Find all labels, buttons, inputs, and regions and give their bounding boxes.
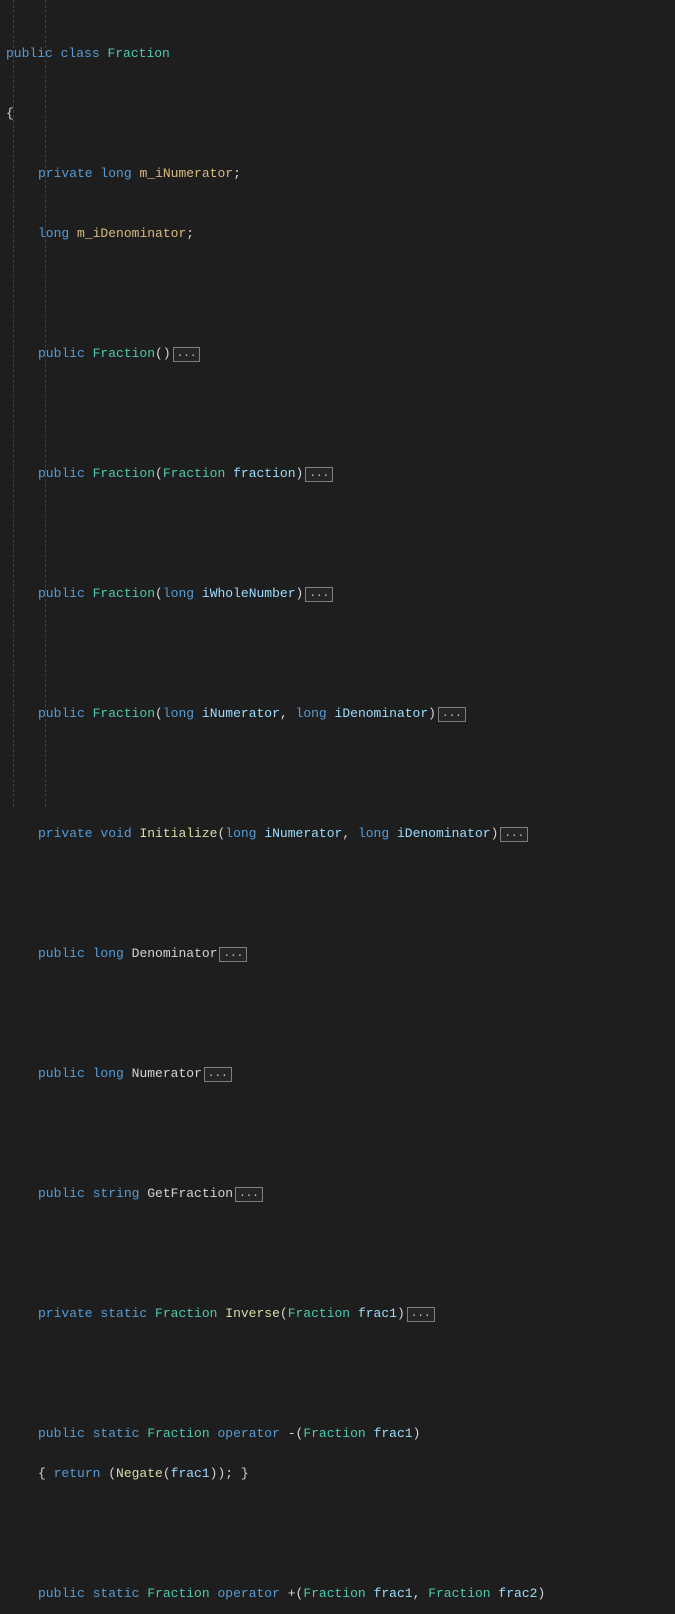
code-line: public long Numerator... — [6, 1064, 675, 1084]
fold-icon[interactable]: ... — [173, 347, 201, 362]
code-line: public Fraction(long iNumerator, long iD… — [6, 704, 675, 724]
code-line: public Fraction()... — [6, 344, 675, 364]
code-line: public Fraction(long iWholeNumber)... — [6, 584, 675, 604]
blank-line — [6, 1244, 675, 1264]
blank-line — [6, 1524, 675, 1544]
blank-line — [6, 284, 675, 304]
fold-icon[interactable]: ... — [407, 1307, 435, 1322]
code-line: private static Fraction Inverse(Fraction… — [6, 1304, 675, 1324]
code-line: public Fraction(Fraction fraction)... — [6, 464, 675, 484]
code-line: public long Denominator... — [6, 944, 675, 964]
code-line: long m_iDenominator; — [6, 224, 675, 244]
blank-line — [6, 884, 675, 904]
blank-line — [6, 524, 675, 544]
code-line: public class Fraction — [6, 44, 675, 64]
blank-line — [6, 404, 675, 424]
code-line: public static Fraction operator -(Fracti… — [6, 1424, 675, 1444]
code-editor[interactable]: public class Fraction { private long m_i… — [6, 4, 675, 1614]
blank-line — [6, 1004, 675, 1024]
fold-icon[interactable]: ... — [500, 827, 528, 842]
blank-line — [6, 764, 675, 784]
fold-icon[interactable]: ... — [438, 707, 466, 722]
code-line: private void Initialize(long iNumerator,… — [6, 824, 675, 844]
code-line: private long m_iNumerator; — [6, 164, 675, 184]
fold-icon[interactable]: ... — [305, 467, 333, 482]
fold-icon[interactable]: ... — [305, 587, 333, 602]
fold-icon[interactable]: ... — [235, 1187, 263, 1202]
blank-line — [6, 644, 675, 664]
code-line: { — [6, 104, 675, 124]
code-line: public string GetFraction... — [6, 1184, 675, 1204]
code-line: public static Fraction operator +(Fracti… — [6, 1584, 675, 1604]
fold-icon[interactable]: ... — [204, 1067, 232, 1082]
blank-line — [6, 1124, 675, 1144]
fold-icon[interactable]: ... — [219, 947, 247, 962]
blank-line — [6, 1364, 675, 1384]
code-line: { return (Negate(frac1)); } — [6, 1464, 675, 1484]
